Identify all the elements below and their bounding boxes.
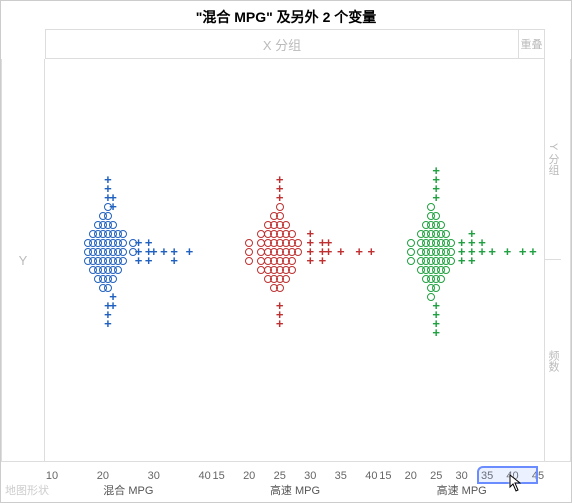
- data-point[interactable]: [432, 167, 440, 175]
- y-label: Y: [2, 59, 44, 461]
- axis-tick: 20: [405, 470, 417, 482]
- data-point[interactable]: [114, 266, 122, 274]
- data-point[interactable]: [282, 275, 290, 283]
- map-shape-dropzone[interactable]: 地图形状: [5, 482, 49, 498]
- axis-tick: 15: [379, 470, 391, 482]
- data-point[interactable]: [458, 239, 466, 247]
- data-point[interactable]: [282, 221, 290, 229]
- axis-tick: 20: [97, 470, 109, 482]
- axis-tick: 40: [506, 470, 518, 482]
- data-point[interactable]: [276, 302, 284, 310]
- y-dropzone[interactable]: Y: [1, 59, 45, 462]
- data-point[interactable]: [519, 248, 527, 256]
- data-point[interactable]: [447, 239, 455, 247]
- data-point[interactable]: [288, 266, 296, 274]
- panel-x-label: 高速 MPG: [270, 482, 320, 498]
- data-point[interactable]: [170, 248, 178, 256]
- data-point[interactable]: [447, 248, 455, 256]
- data-point[interactable]: [160, 248, 168, 256]
- data-point[interactable]: [135, 239, 143, 247]
- panel-x-label: 高速 MPG: [437, 482, 487, 498]
- axis-tick: 35: [335, 470, 347, 482]
- data-point[interactable]: [407, 239, 415, 247]
- x-axis-zone: 地图形状 10 20 30 40 混合 MPG 15 20 25 30 35 40 高速 MPG 15 2…: [1, 462, 545, 502]
- axis-tick: 25: [430, 470, 442, 482]
- data-point[interactable]: [276, 212, 284, 220]
- data-point[interactable]: [109, 221, 117, 229]
- chart-window: "混合 MPG" 及另外 2 个变量 X 分组 重叠 Y Y 分组 频数 地图形…: [0, 0, 572, 503]
- data-point[interactable]: [306, 230, 314, 238]
- data-point[interactable]: [109, 293, 117, 301]
- data-point[interactable]: [119, 239, 127, 247]
- data-point[interactable]: [150, 248, 158, 256]
- data-point[interactable]: [367, 248, 375, 256]
- overlay-dropzone-label[interactable]: 重叠: [518, 30, 544, 58]
- axis-tick: 40: [199, 470, 211, 482]
- data-point[interactable]: [503, 248, 511, 256]
- data-point[interactable]: [245, 257, 253, 265]
- data-point[interactable]: [407, 257, 415, 265]
- data-point[interactable]: [432, 284, 440, 292]
- freq-dropzone[interactable]: 频数: [545, 260, 561, 461]
- data-point[interactable]: [355, 248, 363, 256]
- axis-tick: 40: [365, 470, 377, 482]
- data-point[interactable]: [294, 239, 302, 247]
- data-point[interactable]: [245, 248, 253, 256]
- y-group-dropzone[interactable]: Y 分组: [545, 59, 561, 260]
- data-point[interactable]: [104, 176, 112, 184]
- data-point[interactable]: [437, 221, 445, 229]
- data-point[interactable]: [276, 284, 284, 292]
- data-point[interactable]: [337, 248, 345, 256]
- data-point[interactable]: [119, 230, 127, 238]
- x-group-label: X 分组: [46, 30, 518, 58]
- data-point[interactable]: [288, 257, 296, 265]
- axis-tick: 35: [481, 470, 493, 482]
- data-point[interactable]: [407, 248, 415, 256]
- data-point[interactable]: [325, 239, 333, 247]
- data-point[interactable]: [488, 248, 496, 256]
- data-point[interactable]: [442, 266, 450, 274]
- data-point[interactable]: [432, 302, 440, 310]
- plot-area[interactable]: [45, 59, 545, 462]
- data-point[interactable]: [119, 248, 127, 256]
- axis-tick: 30: [304, 470, 316, 482]
- data-point[interactable]: [478, 239, 486, 247]
- data-point[interactable]: [109, 275, 117, 283]
- data-point[interactable]: [109, 194, 117, 202]
- data-point[interactable]: [442, 230, 450, 238]
- axis-tick: 45: [532, 470, 544, 482]
- axis-tick: 30: [456, 470, 468, 482]
- data-point[interactable]: [245, 239, 253, 247]
- right-dropzones: Y 分组 频数: [545, 59, 571, 462]
- data-point[interactable]: [468, 230, 476, 238]
- data-point[interactable]: [529, 248, 537, 256]
- axis-tick: 30: [148, 470, 160, 482]
- chart-panel[interactable]: [45, 59, 212, 461]
- data-point[interactable]: [276, 176, 284, 184]
- axis-tick: 20: [243, 470, 255, 482]
- data-point[interactable]: [119, 257, 127, 265]
- data-point[interactable]: [447, 257, 455, 265]
- data-point[interactable]: [437, 275, 445, 283]
- data-point[interactable]: [432, 212, 440, 220]
- axis-tick: 10: [46, 470, 58, 482]
- axis-tick: 15: [213, 470, 225, 482]
- panel-x-label: 混合 MPG: [103, 482, 153, 498]
- data-point[interactable]: [294, 248, 302, 256]
- axis-tick: 25: [274, 470, 286, 482]
- chart-panel[interactable]: [378, 59, 545, 461]
- chart-panel[interactable]: [212, 59, 379, 461]
- data-point[interactable]: [185, 248, 193, 256]
- x-group-dropzone[interactable]: X 分组 重叠: [45, 29, 545, 59]
- data-point[interactable]: [288, 230, 296, 238]
